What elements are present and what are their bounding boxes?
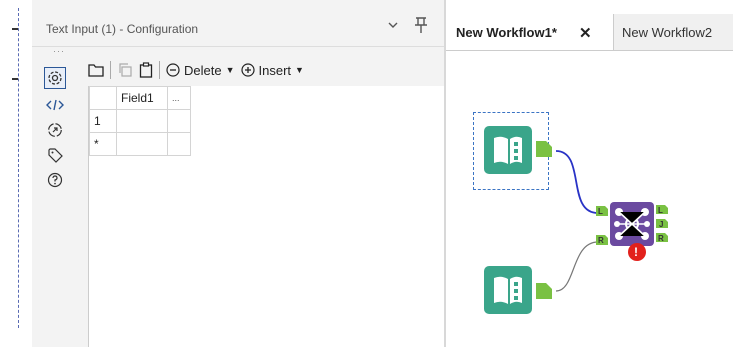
error-badge: ! bbox=[634, 245, 638, 259]
toolbar-separator bbox=[110, 61, 111, 79]
copy-icon[interactable] bbox=[117, 62, 133, 78]
data-grid-area: Field1 ... 1 * bbox=[88, 86, 445, 347]
plus-circle-icon bbox=[240, 63, 255, 77]
grid-cell[interactable] bbox=[116, 109, 168, 133]
config-header: Text Input (1) - Configuration bbox=[32, 0, 444, 54]
edge-mark bbox=[12, 28, 18, 30]
insert-button[interactable]: Insert ▼ bbox=[240, 62, 304, 78]
annotation-icon[interactable] bbox=[44, 119, 66, 141]
column-header-field1[interactable]: Field1 bbox=[116, 86, 168, 110]
join-output-join-label: J bbox=[659, 220, 664, 229]
code-icon[interactable] bbox=[44, 94, 66, 116]
help-icon[interactable] bbox=[44, 169, 66, 191]
chevron-down-icon[interactable] bbox=[387, 18, 399, 34]
text-input-tool-2[interactable] bbox=[484, 266, 560, 317]
row-header: 1 bbox=[89, 109, 117, 133]
selection-dash bbox=[18, 8, 19, 328]
grid-toolbar: Delete ▼ Insert ▼ bbox=[88, 58, 310, 82]
table-row: 1 bbox=[89, 109, 191, 133]
connector-line[interactable] bbox=[555, 241, 599, 292]
connector-line[interactable] bbox=[555, 150, 599, 214]
grid-cell[interactable] bbox=[167, 132, 191, 156]
caret-down-icon: ▼ bbox=[225, 65, 235, 75]
delete-button[interactable]: Delete ▼ bbox=[166, 63, 235, 78]
pin-icon[interactable] bbox=[414, 16, 428, 37]
grid-header-row: Field1 ... bbox=[89, 86, 191, 110]
row-header: * bbox=[89, 132, 117, 156]
text-input-tool-1[interactable] bbox=[484, 126, 560, 177]
data-grid: Field1 ... 1 * bbox=[89, 86, 191, 156]
join-output-right-label: R bbox=[658, 234, 664, 243]
join-input-left-label: L bbox=[598, 207, 603, 216]
minus-circle-icon bbox=[166, 63, 180, 77]
join-output-left-label: L bbox=[658, 206, 663, 215]
caret-down-icon: ▼ bbox=[295, 65, 304, 75]
tag-icon[interactable] bbox=[44, 144, 66, 166]
configuration-panel: Text Input (1) - Configuration ··· Delet… bbox=[32, 0, 445, 347]
grid-cell[interactable] bbox=[167, 109, 191, 133]
workflow-canvas[interactable]: New Workflow1* ✕ New Workflow2 L R L J R… bbox=[446, 0, 733, 347]
header-separator bbox=[32, 46, 444, 47]
config-title: Text Input (1) - Configuration bbox=[46, 22, 199, 36]
table-row: * bbox=[89, 132, 191, 156]
delete-label: Delete bbox=[184, 62, 222, 78]
folder-icon[interactable] bbox=[88, 63, 104, 77]
more-dots: ··· bbox=[53, 46, 65, 56]
paste-icon[interactable] bbox=[139, 62, 153, 78]
edge-mark bbox=[12, 78, 18, 80]
toolbar-separator bbox=[159, 61, 160, 79]
grid-corner-cell bbox=[89, 86, 117, 110]
left-edge-strip bbox=[0, 0, 25, 347]
insert-label: Insert bbox=[258, 62, 292, 78]
column-header-new[interactable]: ... bbox=[167, 86, 191, 110]
join-tool[interactable]: L R L J R ! bbox=[595, 200, 675, 262]
gear-icon[interactable] bbox=[44, 67, 66, 89]
grid-cell[interactable] bbox=[116, 132, 168, 156]
join-input-right-label: R bbox=[598, 236, 604, 245]
